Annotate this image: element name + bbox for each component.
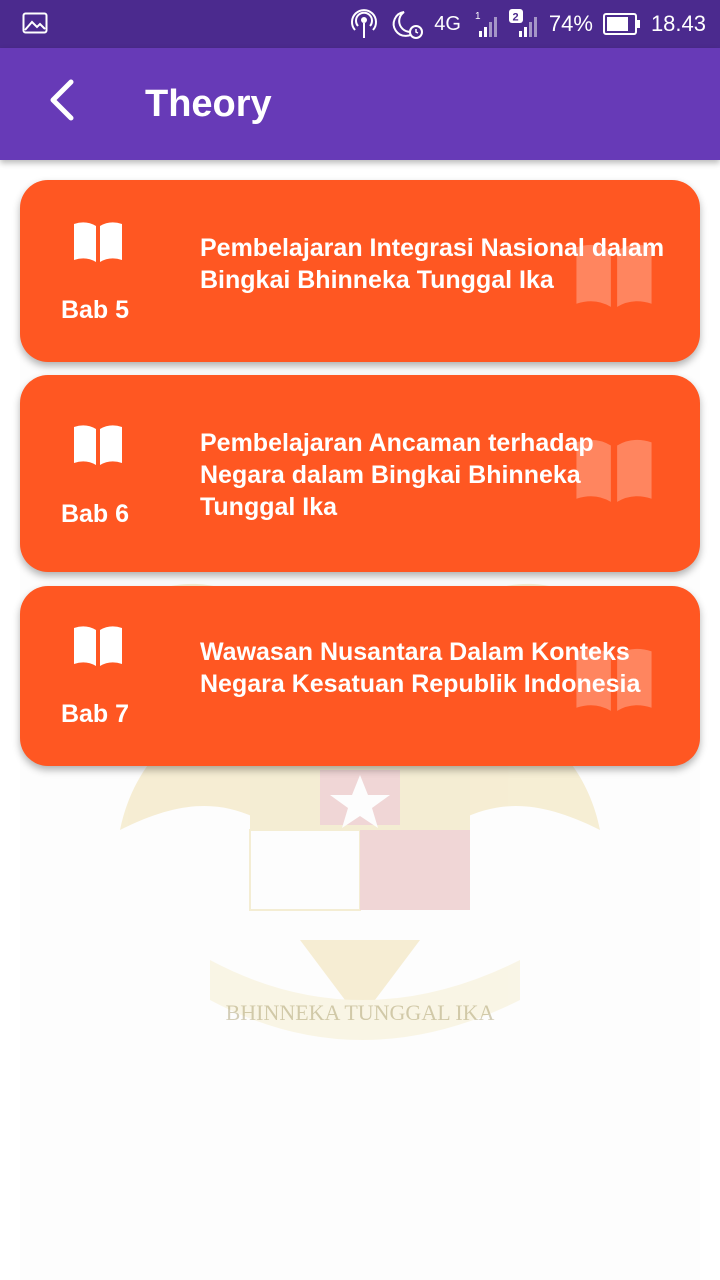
back-button[interactable] [30, 70, 94, 134]
status-bar: 4G 1 2 74% 18.43 [0, 0, 720, 48]
chapter-label: Bab 7 [60, 700, 130, 728]
arrow-back-icon [47, 78, 77, 127]
chapter-title: Pembelajaran Integrasi Nasional dalam Bi… [200, 234, 665, 294]
battery-icon [602, 12, 641, 36]
page-title: Theory [145, 83, 272, 125]
book-icon [70, 218, 126, 269]
signal-sim2-icon: 2 [508, 9, 539, 39]
hotspot-icon [350, 8, 378, 40]
battery-percent: 74% [548, 11, 593, 36]
clock: 18.43 [650, 11, 706, 36]
signal-sim1-icon: 1 [471, 9, 499, 39]
chapter-card-bab-7[interactable]: Bab 7 Wawasan Nusantara Dalam Konteks Ne… [20, 586, 700, 766]
app-bar: Theory [0, 48, 720, 160]
book-icon [70, 622, 126, 673]
network-type-label: 4G [434, 12, 461, 35]
chapter-label: Bab 5 [60, 296, 130, 324]
sim1-number: 1 [475, 11, 481, 22]
chapter-title: Wawasan Nusantara Dalam Konteks Negara K… [200, 638, 641, 698]
do-not-disturb-alarm-icon [388, 8, 424, 40]
chapter-title: Pembelajaran Ancaman terhadap Negara dal… [200, 429, 594, 521]
chapter-card-bab-6[interactable]: Bab 6 Pembelajaran Ancaman terhadap Nega… [20, 375, 700, 572]
book-icon [70, 421, 126, 472]
chapter-label: Bab 6 [60, 500, 130, 528]
gallery-notification-icon [22, 12, 48, 39]
watermark-motto: BHINNEKA TUNGGAL IKA [226, 1000, 495, 1025]
chapter-card-bab-5[interactable]: Bab 5 Pembelajaran Integrasi Nasional da… [20, 180, 700, 362]
sim2-number: 2 [512, 12, 518, 24]
